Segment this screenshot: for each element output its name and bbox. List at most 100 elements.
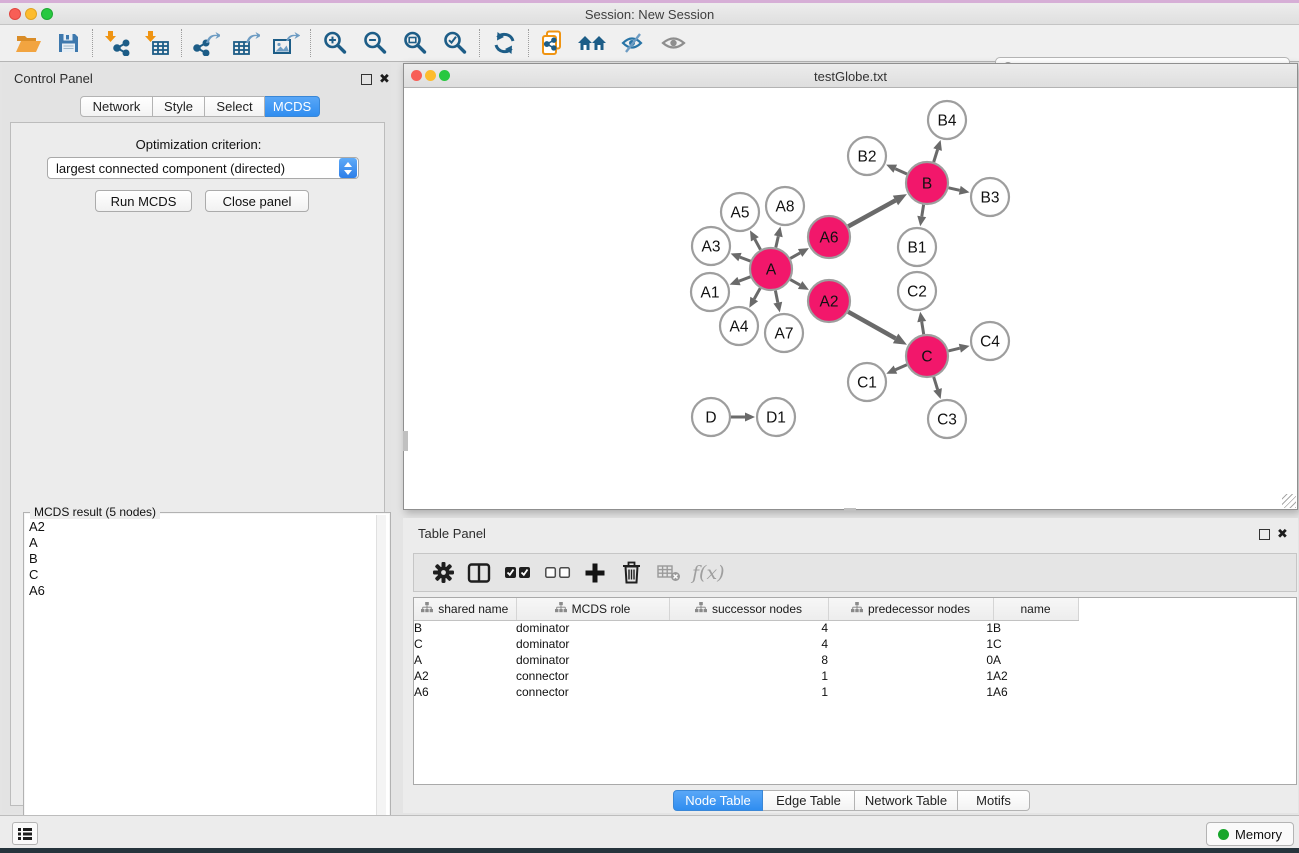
table-cell[interactable]: 0 — [828, 652, 993, 668]
graph-edge-A6-B[interactable] — [848, 194, 907, 226]
graph-node-A[interactable]: A — [750, 248, 792, 290]
float-table-panel-icon[interactable] — [1259, 529, 1270, 540]
select-all-columns-icon[interactable] — [501, 554, 535, 591]
graph-edge-B-B3[interactable] — [949, 186, 970, 195]
table-cell[interactable]: dominator — [516, 620, 669, 636]
graph-node-D1[interactable]: D1 — [757, 398, 795, 436]
table-cell[interactable]: 4 — [669, 636, 828, 652]
graph-edge-A-A1[interactable] — [730, 277, 751, 286]
result-scrollbar[interactable] — [376, 515, 386, 853]
tab-network-table[interactable]: Network Table — [855, 790, 958, 811]
table-row[interactable]: A6connector11A6 — [414, 684, 1297, 700]
tab-node-table[interactable]: Node Table — [673, 790, 763, 811]
graph-node-C2[interactable]: C2 — [898, 272, 936, 310]
graph-node-C4[interactable]: C4 — [971, 322, 1009, 360]
graph-edge-A-A5[interactable] — [750, 230, 761, 249]
graph-edge-B-B2[interactable] — [886, 165, 907, 174]
network-window-titlebar[interactable]: testGlobe.txt — [404, 64, 1297, 88]
table-cell[interactable]: B — [993, 620, 1078, 636]
zoom-fit-icon[interactable] — [395, 27, 435, 59]
columns-icon[interactable] — [462, 554, 496, 591]
close-panel-button[interactable]: Close panel — [205, 190, 309, 212]
hide-selected-icon[interactable] — [613, 27, 653, 59]
table-row[interactable]: Adominator80A — [414, 652, 1297, 668]
export-table-icon[interactable] — [226, 27, 266, 59]
table-cell[interactable]: 1 — [828, 684, 993, 700]
mcds-result-item[interactable]: B — [29, 551, 45, 567]
import-network-icon[interactable] — [97, 27, 137, 59]
graph-node-C3[interactable]: C3 — [928, 400, 966, 438]
table-cell[interactable]: 1 — [669, 668, 828, 684]
memory-button[interactable]: Memory — [1206, 822, 1294, 846]
graph-edge-C-C3[interactable] — [933, 377, 942, 399]
table-cell[interactable]: dominator — [516, 636, 669, 652]
graph-node-A7[interactable]: A7 — [765, 314, 803, 352]
table-cell[interactable]: B — [414, 620, 516, 636]
graph-node-A6[interactable]: A6 — [808, 216, 850, 258]
graph-edge-A-A6[interactable] — [790, 248, 809, 258]
export-image-icon[interactable] — [266, 27, 306, 59]
table-cell[interactable]: C — [993, 636, 1078, 652]
table-row[interactable]: A2connector11A2 — [414, 668, 1297, 684]
column-header-name[interactable]: name — [993, 598, 1078, 620]
graph-edge-A-A2[interactable] — [790, 280, 809, 290]
unselect-all-columns-icon[interactable] — [541, 554, 575, 591]
tab-network[interactable]: Network — [80, 96, 153, 117]
mcds-result-item[interactable]: A6 — [29, 583, 45, 599]
show-all-icon[interactable] — [653, 27, 693, 59]
graph-edge-D-D1[interactable] — [731, 413, 755, 422]
graph-edge-A2-C[interactable] — [848, 312, 907, 345]
graph-edge-A-A8[interactable] — [774, 227, 783, 248]
graph-node-A8[interactable]: A8 — [766, 187, 804, 225]
window-resize-grip[interactable] — [1282, 494, 1296, 508]
zoom-out-icon[interactable] — [355, 27, 395, 59]
table-cell[interactable]: dominator — [516, 652, 669, 668]
tab-motifs[interactable]: Motifs — [958, 790, 1030, 811]
gear-icon[interactable] — [426, 554, 460, 591]
graph-edge-A-A7[interactable] — [773, 291, 782, 313]
zoom-in-icon[interactable] — [315, 27, 355, 59]
graph-node-C[interactable]: C — [906, 335, 948, 377]
criterion-dropdown[interactable]: largest connected component (directed) — [47, 157, 359, 179]
mcds-result-item[interactable]: A — [29, 535, 45, 551]
graph-node-A1[interactable]: A1 — [691, 273, 729, 311]
graph-edge-C-C1[interactable] — [886, 365, 907, 374]
graph-node-B1[interactable]: B1 — [898, 228, 936, 266]
tab-style[interactable]: Style — [153, 96, 205, 117]
graph-node-A3[interactable]: A3 — [692, 227, 730, 265]
table-cell[interactable]: 1 — [828, 668, 993, 684]
table-cell[interactable]: A2 — [414, 668, 516, 684]
mcds-result-item[interactable]: A2 — [29, 519, 45, 535]
import-table-icon[interactable] — [137, 27, 177, 59]
table-cell[interactable]: 1 — [828, 620, 993, 636]
graph-edge-A-A3[interactable] — [731, 253, 751, 261]
table-cell[interactable]: C — [414, 636, 516, 652]
open-file-icon[interactable] — [8, 27, 48, 59]
canvas-horizontal-scroll-thumb[interactable] — [844, 508, 856, 512]
float-panel-icon[interactable] — [361, 74, 372, 85]
table-cell[interactable]: A — [414, 652, 516, 668]
table-cell[interactable]: A6 — [993, 684, 1078, 700]
table-row[interactable]: Bdominator41B — [414, 620, 1297, 636]
graph-edge-C-C2[interactable] — [917, 312, 926, 335]
graph-node-B[interactable]: B — [906, 162, 948, 204]
graph-edge-B-B4[interactable] — [933, 140, 942, 162]
graph-node-B2[interactable]: B2 — [848, 137, 886, 175]
column-header-MCDS-role[interactable]: MCDS role — [516, 598, 669, 620]
close-panel-icon[interactable]: ✖ — [379, 71, 390, 87]
first-neighbors-icon[interactable] — [573, 27, 613, 59]
tab-mcds[interactable]: MCDS — [265, 96, 320, 117]
table-cell[interactable]: A6 — [414, 684, 516, 700]
table-cell[interactable]: connector — [516, 684, 669, 700]
graph-node-A4[interactable]: A4 — [720, 307, 758, 345]
graph-edge-B-B1[interactable] — [917, 205, 926, 227]
tab-select[interactable]: Select — [205, 96, 265, 117]
graph-edge-C-C4[interactable] — [948, 344, 969, 353]
network-canvas[interactable]: B4 B2 B B3 B1 A5 A8 A6 A3 A A1 C2 A2 A4 … — [404, 88, 1297, 509]
show-panels-list-button[interactable] — [12, 822, 38, 845]
graph-edge-A-A4[interactable] — [749, 288, 760, 308]
graph-node-B4[interactable]: B4 — [928, 101, 966, 139]
table-cell[interactable]: 1 — [828, 636, 993, 652]
delete-columns-icon[interactable] — [614, 554, 648, 591]
save-session-icon[interactable] — [48, 27, 88, 59]
